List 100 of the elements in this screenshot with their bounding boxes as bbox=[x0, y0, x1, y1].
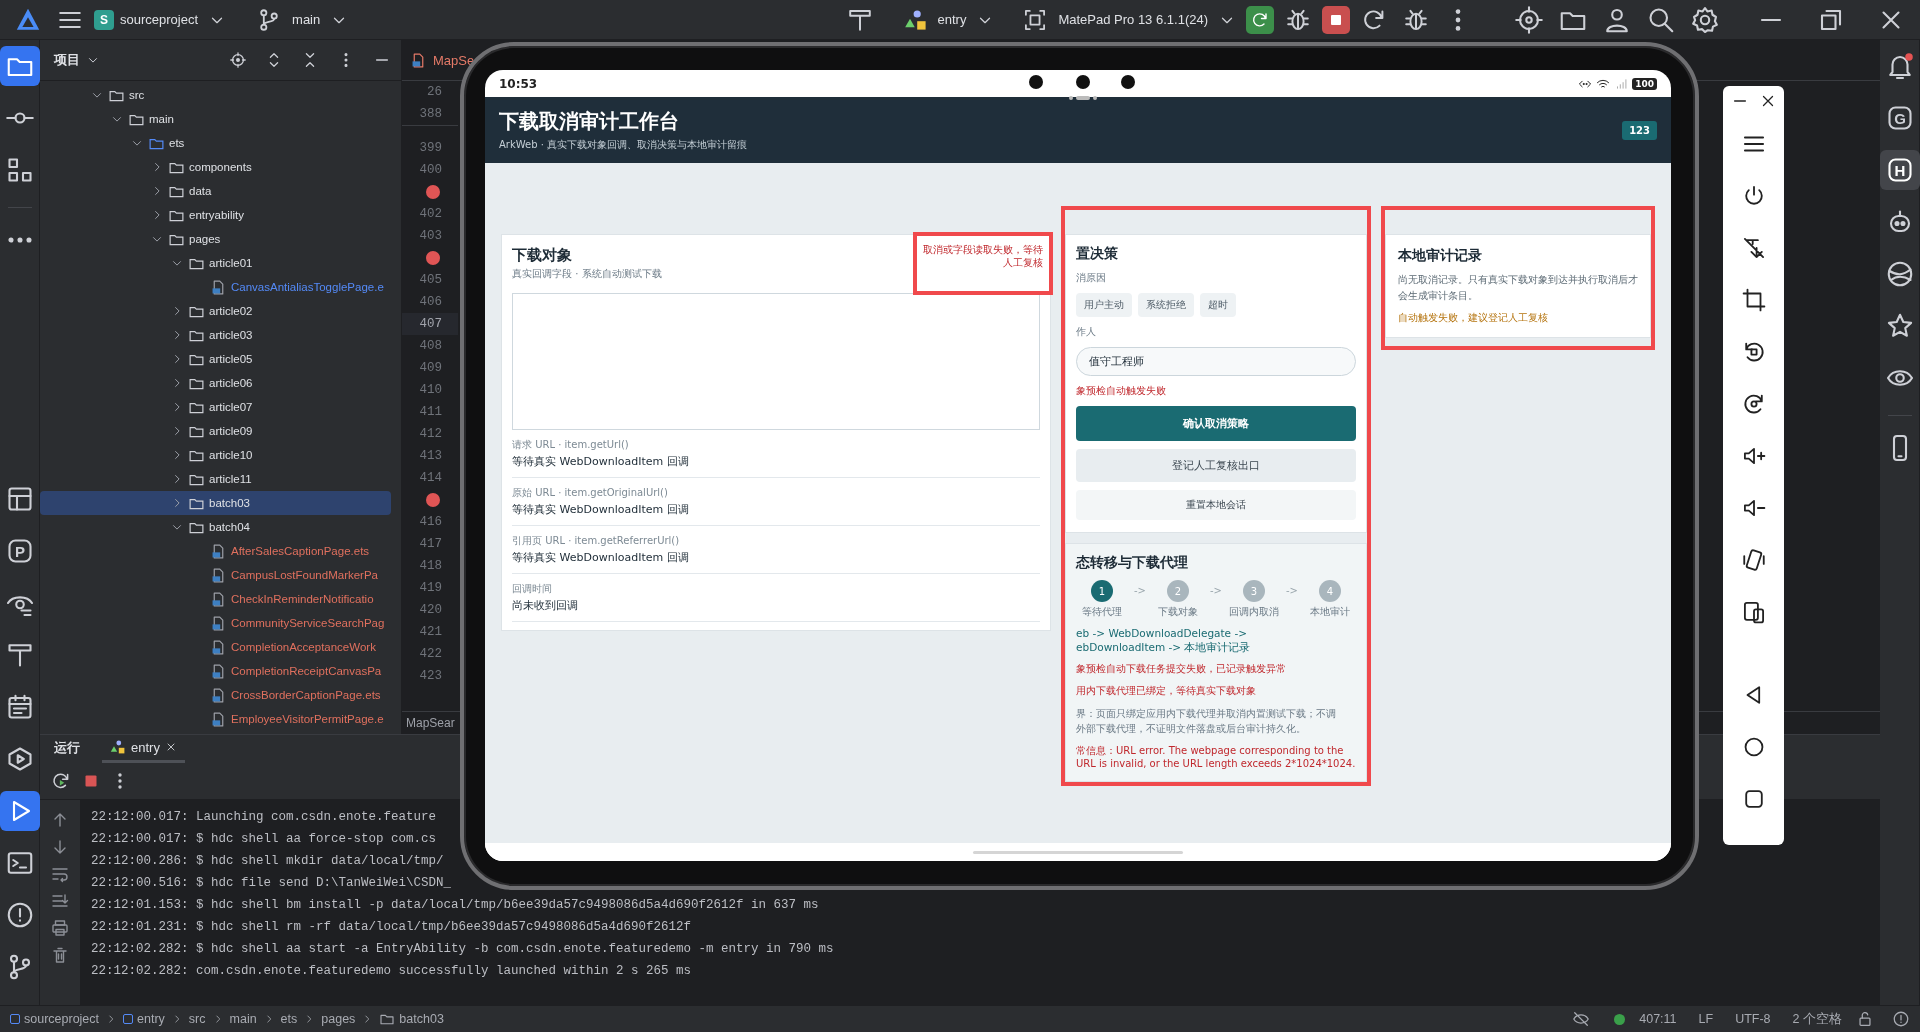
project-icon[interactable] bbox=[0, 46, 40, 86]
project-name[interactable]: sourceproject bbox=[120, 12, 199, 27]
line-ending[interactable]: LF bbox=[1690, 1012, 1722, 1026]
indent-setting[interactable]: 2 个空格 bbox=[1784, 1010, 1850, 1028]
warning-icon[interactable] bbox=[1892, 1010, 1910, 1028]
tree-item[interactable]: article03 bbox=[40, 323, 391, 347]
tree-item[interactable]: article01 bbox=[40, 251, 391, 275]
clock: 10:53 bbox=[499, 76, 538, 91]
step-label: 本地审计 bbox=[1310, 605, 1350, 619]
folder-name: entryability bbox=[189, 209, 244, 221]
tree-item[interactable]: batch03 bbox=[40, 491, 391, 515]
eye-off-icon[interactable] bbox=[1572, 1010, 1591, 1028]
line-number: 388 bbox=[418, 106, 443, 123]
line-number: 408 bbox=[418, 338, 443, 355]
tree-item[interactable]: ets bbox=[40, 131, 391, 155]
editor-tab[interactable]: MapSe bbox=[433, 52, 475, 68]
rerun-button-icon[interactable] bbox=[1246, 5, 1274, 34]
folder-name: article07 bbox=[209, 401, 253, 413]
breakpoint-icon[interactable] bbox=[426, 251, 440, 265]
file-name: CheckInReminderNotificatio bbox=[231, 593, 374, 605]
tree-item[interactable]: batch04 bbox=[40, 515, 391, 539]
run-icon[interactable] bbox=[0, 791, 40, 831]
tree-item[interactable]: main bbox=[40, 107, 391, 131]
breadcrumb-item[interactable]: sourceproject bbox=[24, 1012, 100, 1026]
breakpoint-icon[interactable] bbox=[426, 185, 440, 199]
tree-item[interactable]: CompletionAcceptanceWork bbox=[40, 635, 391, 659]
device-name[interactable]: MatePad Pro 13 6.1.1(24) bbox=[1058, 12, 1208, 27]
tree-item[interactable]: article02 bbox=[40, 299, 391, 323]
action-button[interactable]: 登记人工复核出口 bbox=[1076, 449, 1356, 482]
tree-item[interactable]: CheckInReminderNotificatio bbox=[40, 587, 391, 611]
console-line: 22:12:00.017: $ hdc shell aa force-stop com.cs bbox=[91, 831, 437, 848]
panel-title[interactable]: 项目 bbox=[54, 51, 80, 69]
tree-item[interactable]: article05 bbox=[40, 347, 391, 371]
tree-item[interactable]: article07 bbox=[40, 395, 391, 419]
step-number: 4 bbox=[1319, 580, 1341, 602]
tree-item[interactable]: CrossBorderCaptionPage.ets bbox=[40, 683, 391, 707]
tree-item[interactable]: CommunityServiceSearchPag bbox=[40, 611, 391, 635]
h-icon[interactable]: H bbox=[1879, 150, 1920, 190]
tree-item[interactable]: article11 bbox=[40, 467, 391, 491]
reason-chip[interactable]: 用户主动 bbox=[1076, 293, 1132, 317]
breadcrumb-item[interactable]: batch03 bbox=[399, 1012, 444, 1026]
branch-name[interactable]: main bbox=[292, 12, 321, 27]
field-value: 等待真实 WebDownloadItem 回调 bbox=[512, 502, 690, 517]
tree-item[interactable]: src bbox=[40, 83, 391, 107]
folder-name: pages bbox=[189, 233, 221, 245]
tree-item[interactable]: CompletionReceiptCanvasPa bbox=[40, 659, 391, 683]
line-number: 417 bbox=[418, 536, 443, 553]
line-number: 420 bbox=[418, 602, 443, 619]
cursor-position[interactable]: 407:11 bbox=[1631, 1012, 1685, 1026]
reason-chip[interactable]: 系统拒绝 bbox=[1138, 293, 1194, 317]
stop-button-icon[interactable] bbox=[1322, 5, 1350, 34]
tree-item[interactable]: article09 bbox=[40, 419, 391, 443]
breadcrumb-item[interactable]: ets bbox=[280, 1012, 298, 1026]
breadcrumb-item[interactable]: entry bbox=[137, 1012, 165, 1026]
note-text: 外部下载代理，不证明文件落盘或后台审计持久化。 bbox=[1076, 722, 1307, 737]
step-number: 2 bbox=[1167, 580, 1189, 602]
action-button[interactable]: 重置本地会话 bbox=[1076, 490, 1356, 520]
folder-name: article03 bbox=[209, 329, 253, 341]
print-icon[interactable] bbox=[50, 918, 70, 938]
line-number: 406 bbox=[418, 294, 443, 311]
tree-item[interactable]: CampusLostFoundMarkerPa bbox=[40, 563, 391, 587]
file-name: EmployeeVisitorPermitPage.e bbox=[231, 713, 384, 725]
operator-field[interactable]: 值守工程师 bbox=[1076, 347, 1356, 376]
tree-item[interactable]: CanvasAntialiasTogglePage.e bbox=[40, 275, 391, 299]
folder-name: article02 bbox=[209, 305, 253, 317]
editor-breadcrumb[interactable]: MapSear bbox=[406, 716, 455, 730]
tree-item[interactable]: pages bbox=[40, 227, 391, 251]
console-line: 22:12:02.282: com.csdn.enote.featuredemo successfully launched within 2 s 265 ms bbox=[91, 963, 692, 980]
folder-name: article05 bbox=[209, 353, 253, 365]
crop-icon[interactable] bbox=[1740, 287, 1767, 313]
shake-icon[interactable] bbox=[1740, 547, 1767, 573]
confirm-button[interactable]: 确认取消策略 bbox=[1076, 406, 1356, 441]
flow-path-text: ebDownloadItem -> 本地审计记录 bbox=[1076, 640, 1252, 655]
encoding[interactable]: UTF-8 bbox=[1727, 1012, 1779, 1026]
tree-item[interactable]: AfterSalesCaptionPage.ets bbox=[40, 539, 391, 563]
tree-item[interactable]: EmployeeVisitorPermitPage.e bbox=[40, 707, 391, 731]
breakpoint-icon[interactable] bbox=[426, 493, 440, 507]
line-number: 416 bbox=[418, 514, 443, 531]
run-config-name[interactable]: entry bbox=[937, 12, 967, 27]
folder-name: article09 bbox=[209, 425, 253, 437]
breadcrumb-item[interactable]: pages bbox=[321, 1012, 356, 1026]
line-number: 419 bbox=[418, 580, 443, 597]
tree-item[interactable]: entryability bbox=[40, 203, 391, 227]
file-name: CampusLostFoundMarkerPa bbox=[231, 569, 378, 581]
breadcrumb-item[interactable]: main bbox=[229, 1012, 257, 1026]
locate-icon[interactable] bbox=[229, 51, 247, 69]
tree-item[interactable]: article10 bbox=[40, 443, 391, 467]
tree-item[interactable]: article06 bbox=[40, 371, 391, 395]
trash-icon[interactable] bbox=[50, 945, 70, 965]
step-label: 等待代理 bbox=[1082, 605, 1122, 619]
breadcrumb-item[interactable]: src bbox=[188, 1012, 206, 1026]
line-number: 414 bbox=[418, 470, 443, 487]
tree-item[interactable]: components bbox=[40, 155, 391, 179]
tree-item[interactable]: data bbox=[40, 179, 391, 203]
folder-name: components bbox=[189, 161, 252, 173]
folder-name: batch04 bbox=[209, 521, 250, 533]
status-dot[interactable] bbox=[1614, 1013, 1626, 1025]
reason-chip[interactable]: 超时 bbox=[1200, 293, 1236, 317]
file-name: CompletionAcceptanceWork bbox=[231, 641, 376, 653]
lock-icon[interactable] bbox=[1856, 1010, 1874, 1028]
